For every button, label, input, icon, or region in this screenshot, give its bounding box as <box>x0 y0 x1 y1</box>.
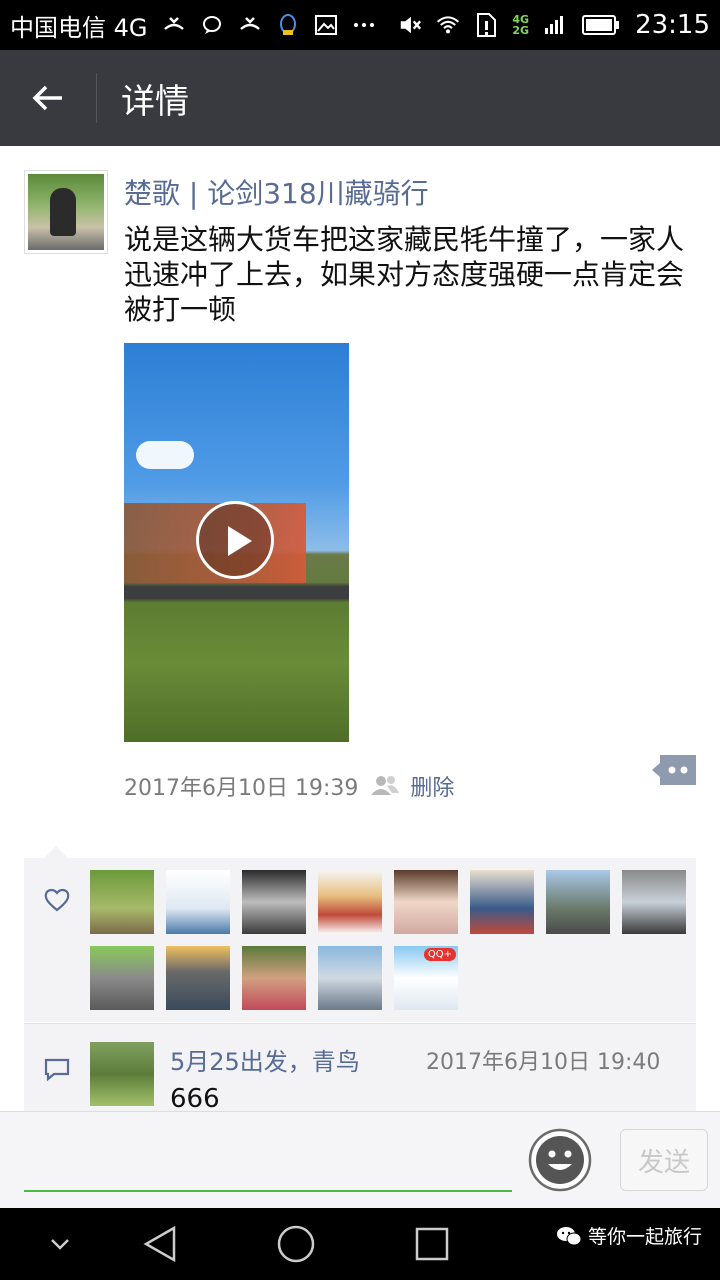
page-title: 详情 <box>121 81 189 122</box>
circle-home-icon <box>277 1225 315 1263</box>
like-avatar-6[interactable] <box>470 870 534 934</box>
likes-panel: QQ+ <box>24 858 696 1022</box>
network-badge-2g: 2G <box>512 24 530 37</box>
triangle-back-icon <box>143 1225 176 1263</box>
title-bar: 详情 <box>0 50 720 146</box>
watermark-text: 等你一起旅行 <box>588 1226 703 1248</box>
comment-panel: 5月25出发，青鸟 2017年6月10日 19:40 666 <box>24 1023 696 1111</box>
status-bar: 中国电信 4G 4G 2G 23:15 <box>0 0 720 50</box>
delete-link[interactable]: 删除 <box>410 770 454 802</box>
comment-time: 2017年6月10日 19:40 <box>426 1050 661 1075</box>
clock: 23:15 <box>635 10 710 40</box>
sim-alert-icon <box>474 13 498 37</box>
collapse-button[interactable] <box>40 1224 80 1264</box>
nav-home-button[interactable] <box>276 1224 316 1264</box>
signal-icon <box>543 13 567 37</box>
video-cloud <box>136 441 194 469</box>
likes-arrow <box>44 846 68 858</box>
chevron-down-icon <box>51 1239 69 1250</box>
like-avatar-3[interactable] <box>242 870 306 934</box>
like-avatar-12[interactable] <box>318 946 382 1010</box>
like-avatar-9[interactable] <box>90 946 154 1010</box>
square-recents-icon <box>415 1227 449 1261</box>
nav-recents-button[interactable] <box>412 1224 452 1264</box>
missed-call-icon <box>162 13 186 37</box>
friends-visibility-icon <box>370 774 400 798</box>
post-author[interactable]: 楚歌 | 论剑318川藏骑行 <box>124 172 429 212</box>
battery-icon <box>581 13 621 37</box>
comment-author[interactable]: 5月25出发，青鸟 <box>170 1042 360 1077</box>
author-avatar[interactable] <box>24 170 108 254</box>
like-avatar-5[interactable] <box>394 870 458 934</box>
wifi-icon <box>436 13 460 37</box>
watermark: 等你一起旅行 <box>556 1222 702 1249</box>
emoji-icon <box>528 1128 592 1192</box>
like-avatar-8[interactable] <box>622 870 686 934</box>
like-avatar-1[interactable] <box>90 870 154 934</box>
like-avatar-7[interactable] <box>546 870 610 934</box>
like-avatar-4[interactable] <box>318 870 382 934</box>
like-avatar-13[interactable]: QQ+ <box>394 946 458 1010</box>
send-button[interactable]: 发送 <box>620 1129 708 1191</box>
comment-icon <box>44 1058 70 1082</box>
image-icon <box>314 13 338 37</box>
post-timestamp: 2017年6月10日 19:39 <box>124 776 359 801</box>
carrier-label: 中国电信 4G <box>10 13 148 42</box>
like-avatar-2[interactable] <box>166 870 230 934</box>
like-avatar-10[interactable] <box>166 946 230 1010</box>
mute-icon <box>398 13 422 37</box>
wechat-logo-icon <box>557 1226 582 1245</box>
back-button[interactable] <box>0 50 96 146</box>
video-thumbnail[interactable] <box>124 343 349 742</box>
back-arrow-icon <box>32 85 62 111</box>
heart-icon <box>44 888 70 912</box>
play-icon <box>228 526 252 556</box>
qq-icon <box>276 13 300 37</box>
comment-avatar[interactable] <box>90 1042 154 1106</box>
network-type-badge: 4G 2G <box>512 14 529 36</box>
comment-text: 666 <box>170 1084 220 1111</box>
like-avatar-11[interactable] <box>242 946 306 1010</box>
comment-menu-button[interactable] <box>652 755 696 785</box>
input-bar: 发送 <box>0 1111 720 1208</box>
qq-badge: QQ+ <box>423 948 456 961</box>
post-text: 说是这辆大货车把这家藏民牦牛撞了，一家人迅速冲了上去，如果对方态度强硬一点肯定会… <box>124 223 685 326</box>
nav-back-button[interactable] <box>140 1224 180 1264</box>
author-avatar-image <box>28 174 104 250</box>
chat-bubble-icon <box>200 13 224 37</box>
emoji-button[interactable] <box>528 1128 592 1192</box>
comment-dots-icon <box>652 755 696 785</box>
post-meta: 2017年6月10日 19:39 删除 <box>124 770 454 802</box>
missed-call-icon-2 <box>238 13 262 37</box>
more-icon <box>352 13 376 37</box>
title-divider <box>96 73 97 123</box>
comment-input[interactable] <box>24 1132 512 1192</box>
